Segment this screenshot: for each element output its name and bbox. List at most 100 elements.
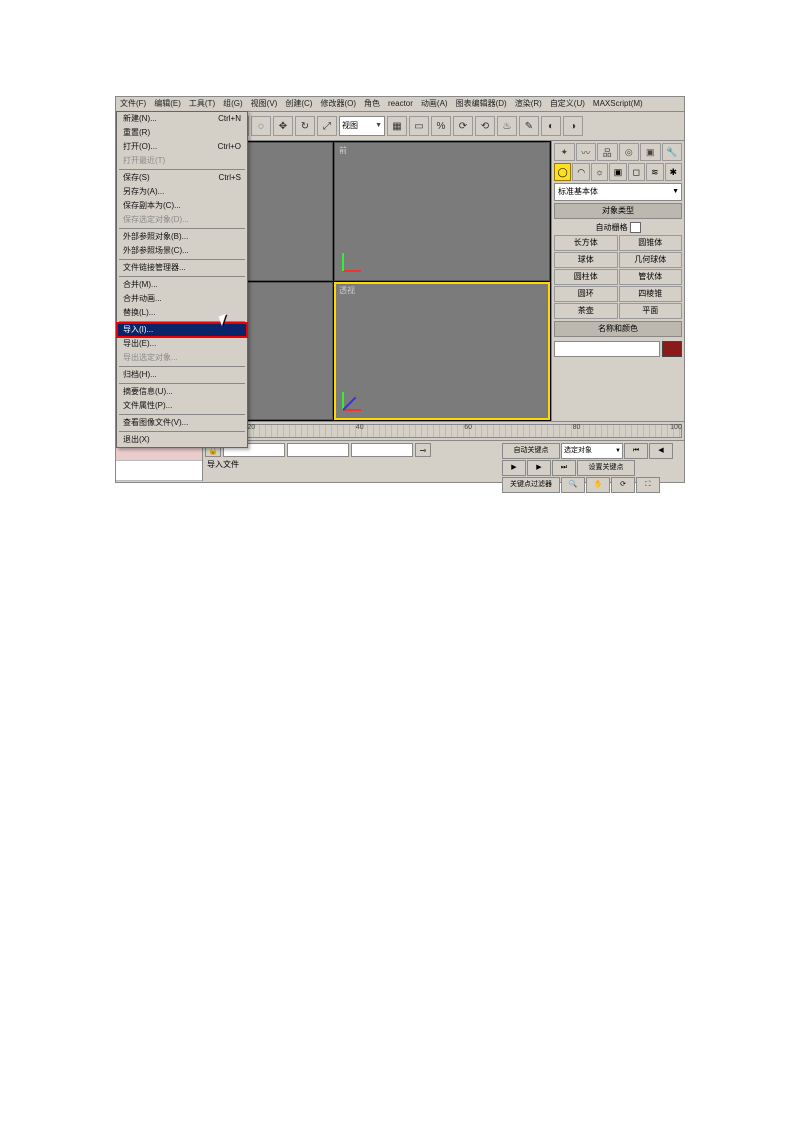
menu-animation[interactable]: 动画(A): [417, 97, 452, 111]
subtab-helpers-icon[interactable]: ◻: [628, 163, 645, 181]
keyfilter-button[interactable]: 关键点过滤器: [502, 477, 560, 493]
autokey-button[interactable]: 自动关键点: [502, 443, 560, 459]
file-menu-item[interactable]: 替换(L)...: [117, 306, 247, 320]
transform-y-input[interactable]: [287, 443, 349, 457]
autogrid-checkbox[interactable]: [630, 222, 641, 233]
tab-hierarchy-icon[interactable]: 品: [597, 143, 618, 161]
snap-toggle[interactable]: ▦: [387, 116, 407, 136]
file-menu-item[interactable]: 外部参照对象(B)...: [117, 230, 247, 244]
menu-grapheditors[interactable]: 图表编辑器(D): [452, 97, 511, 111]
subtab-systems-icon[interactable]: ✱: [665, 163, 682, 181]
menu-group[interactable]: 组(G): [219, 97, 247, 111]
file-menu-item[interactable]: 保存(S)Ctrl+S: [117, 171, 247, 185]
tab-utilities-icon[interactable]: 🔧: [662, 143, 683, 161]
file-menu-item[interactable]: 导入(I)...: [117, 323, 247, 337]
file-menu-item[interactable]: 文件属性(P)...: [117, 399, 247, 413]
align-tool[interactable]: ⟲: [475, 116, 495, 136]
subtab-shapes-icon[interactable]: ◠: [572, 163, 589, 181]
subtab-geometry-icon[interactable]: ◯: [554, 163, 571, 181]
render-last-icon[interactable]: ◑: [563, 116, 583, 136]
type-cylinder-button[interactable]: 圆柱体: [554, 269, 618, 285]
tab-display-icon[interactable]: ▣: [640, 143, 661, 161]
type-plane-button[interactable]: 平面: [619, 303, 683, 319]
rotate-tool[interactable]: ↻: [295, 116, 315, 136]
file-menu-item[interactable]: 文件链接管理器...: [117, 261, 247, 275]
scale-tool[interactable]: ⤢: [317, 116, 337, 136]
tab-motion-icon[interactable]: ◎: [619, 143, 640, 161]
menu-separator: [119, 276, 245, 277]
file-menu-item[interactable]: 摘要信息(U)...: [117, 385, 247, 399]
nav-orbit-icon[interactable]: ⟳: [611, 477, 635, 493]
file-menu-item[interactable]: 打开(O)...Ctrl+O: [117, 140, 247, 154]
menu-separator: [119, 169, 245, 170]
viewport-front[interactable]: 前: [334, 142, 550, 281]
ref-coord-dropdown[interactable]: 视图: [339, 116, 385, 136]
file-menu-item[interactable]: 归档(H)...: [117, 368, 247, 382]
tab-modify-icon[interactable]: 〰: [576, 143, 597, 161]
menu-modifiers[interactable]: 修改器(O): [316, 97, 360, 111]
nav-zoom-icon[interactable]: 🔍: [561, 477, 585, 493]
menu-views[interactable]: 视图(V): [247, 97, 282, 111]
type-cone-button[interactable]: 圆锥体: [619, 235, 683, 251]
file-menu-item[interactable]: 合并(M)...: [117, 278, 247, 292]
menu-character[interactable]: 角色: [360, 97, 384, 111]
percent-snap-icon[interactable]: %: [431, 116, 451, 136]
menu-item-label: 外部参照对象(B)...: [123, 230, 188, 244]
quick-render-icon[interactable]: ◐: [541, 116, 561, 136]
menu-item-label: 新建(N)...: [123, 112, 157, 126]
select-circular-icon[interactable]: ◌: [251, 116, 271, 136]
material-editor-icon[interactable]: ♨: [497, 116, 517, 136]
file-menu-item[interactable]: 查看图像文件(V)...: [117, 416, 247, 430]
subtab-lights-icon[interactable]: ☼: [591, 163, 608, 181]
tab-create-icon[interactable]: ✦: [554, 143, 575, 161]
rollout-object-type[interactable]: 对象类型: [554, 203, 682, 219]
menu-tools[interactable]: 工具(T): [185, 97, 219, 111]
move-tool[interactable]: ✥: [273, 116, 293, 136]
viewport-perspective[interactable]: 透视: [334, 282, 550, 421]
file-menu-item[interactable]: 另存为(A)...: [117, 185, 247, 199]
subtab-cameras-icon[interactable]: ▣: [609, 163, 626, 181]
key-target-dropdown[interactable]: 选定对象: [561, 443, 623, 459]
menu-edit[interactable]: 编辑(E): [150, 97, 185, 111]
goto-end-icon[interactable]: ⏭: [552, 460, 576, 476]
type-geosphere-button[interactable]: 几何球体: [619, 252, 683, 268]
menu-rendering[interactable]: 渲染(R): [511, 97, 546, 111]
geometry-category-dropdown[interactable]: 标准基本体: [554, 183, 682, 201]
keymode-icon[interactable]: ⊸: [415, 443, 431, 457]
file-menu-item[interactable]: 重置(R): [117, 126, 247, 140]
file-menu-item[interactable]: 保存副本为(C)...: [117, 199, 247, 213]
menu-create[interactable]: 创建(C): [281, 97, 316, 111]
mirror-tool[interactable]: ⟳: [453, 116, 473, 136]
menu-separator: [119, 414, 245, 415]
type-sphere-button[interactable]: 球体: [554, 252, 618, 268]
transform-z-input[interactable]: [351, 443, 413, 457]
type-teapot-button[interactable]: 茶壶: [554, 303, 618, 319]
menu-separator: [119, 321, 245, 322]
file-menu-item[interactable]: 退出(X): [117, 433, 247, 447]
goto-start-icon[interactable]: ⏮: [624, 443, 648, 459]
file-menu-item[interactable]: 新建(N)...Ctrl+N: [117, 112, 247, 126]
setkey-button[interactable]: 设置关键点: [577, 460, 635, 476]
file-menu-item[interactable]: 导出(E)...: [117, 337, 247, 351]
type-torus-button[interactable]: 圆环: [554, 286, 618, 302]
subtab-spacewarps-icon[interactable]: ≋: [646, 163, 663, 181]
menu-maxscript[interactable]: MAXScript(M): [589, 97, 647, 111]
next-frame-icon[interactable]: ▶: [527, 460, 551, 476]
menu-customize[interactable]: 自定义(U): [546, 97, 589, 111]
file-menu-item[interactable]: 合并动画...: [117, 292, 247, 306]
menu-file[interactable]: 文件(F): [116, 97, 150, 111]
type-pyramid-button[interactable]: 四棱锥: [619, 286, 683, 302]
type-tube-button[interactable]: 管状体: [619, 269, 683, 285]
object-color-swatch[interactable]: [662, 341, 682, 357]
nav-pan-icon[interactable]: ✋: [586, 477, 610, 493]
rollout-name-color[interactable]: 名称和颜色: [554, 321, 682, 337]
object-name-input[interactable]: [554, 341, 660, 357]
render-scene-icon[interactable]: ✎: [519, 116, 539, 136]
prev-frame-icon[interactable]: ◀: [649, 443, 673, 459]
angle-snap-icon[interactable]: ▭: [409, 116, 429, 136]
file-menu-item[interactable]: 外部参照场景(C)...: [117, 244, 247, 258]
nav-maximize-icon[interactable]: ⛶: [636, 477, 660, 493]
type-box-button[interactable]: 长方体: [554, 235, 618, 251]
menu-reactor[interactable]: reactor: [384, 97, 417, 111]
play-icon[interactable]: ▶: [502, 460, 526, 476]
